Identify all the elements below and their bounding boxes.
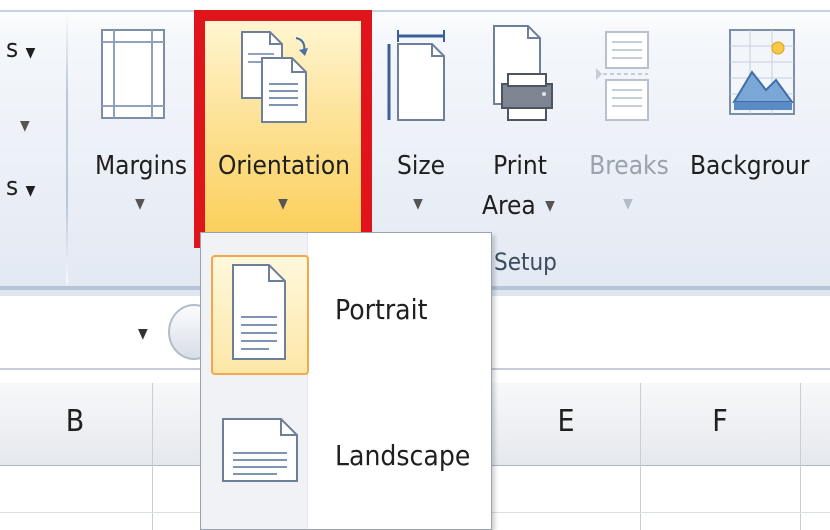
size-dropdown-arrow-icon[interactable]: ▼ <box>408 196 428 212</box>
portrait-page-icon <box>229 263 289 367</box>
page-setup-group-label: Setup <box>494 248 557 276</box>
ribbon-top-strip <box>0 0 830 10</box>
breaks-button: Breaks <box>589 151 669 181</box>
column-divider <box>640 383 641 530</box>
dropdown-arrow-icon: ▼ <box>25 183 36 199</box>
landscape-page-icon <box>221 415 301 489</box>
print-area-icon[interactable] <box>488 24 558 128</box>
print-area-label-line2[interactable]: Area <box>482 190 536 222</box>
cut-off-item-3[interactable]: s ▼ <box>6 172 35 202</box>
margins-button[interactable]: Margins <box>86 150 196 182</box>
cut-off-label: s <box>6 34 19 64</box>
size-icon[interactable] <box>384 28 450 128</box>
size-button[interactable]: Size <box>386 150 456 182</box>
column-divider <box>152 383 153 530</box>
orientation-menu: Portrait Landscape <box>200 232 492 530</box>
group-separator <box>66 14 68 284</box>
cut-off-item-1[interactable]: s ▼ <box>6 34 35 64</box>
print-area-button[interactable]: Print <box>480 150 560 182</box>
margins-icon[interactable] <box>100 28 166 124</box>
portrait-menu-item[interactable]: Portrait <box>201 233 491 385</box>
column-header-b[interactable]: B <box>0 404 150 439</box>
breaks-icon <box>592 28 652 128</box>
orientation-highlight-box <box>194 10 372 248</box>
column-header-e[interactable]: E <box>492 404 640 439</box>
breaks-dropdown-arrow-icon: ▼ <box>623 196 633 212</box>
portrait-label: Portrait <box>335 293 428 326</box>
cut-off-item-2[interactable]: ▼ <box>20 118 30 134</box>
cut-off-label: s <box>6 172 19 202</box>
column-header-f[interactable]: F <box>640 404 800 439</box>
landscape-label: Landscape <box>335 439 471 472</box>
background-button[interactable]: Backgrour <box>690 150 830 182</box>
print-area-dropdown-arrow-icon[interactable]: ▼ <box>540 198 560 214</box>
column-divider <box>800 383 801 530</box>
landscape-menu-item[interactable]: Landscape <box>201 389 491 529</box>
background-icon[interactable] <box>726 26 798 126</box>
margins-dropdown-arrow-icon[interactable]: ▼ <box>130 196 150 212</box>
dropdown-arrow-icon: ▼ <box>25 45 36 61</box>
name-box-dropdown-arrow-icon[interactable]: ▼ <box>138 326 148 342</box>
ribbon-top-border <box>0 10 830 12</box>
